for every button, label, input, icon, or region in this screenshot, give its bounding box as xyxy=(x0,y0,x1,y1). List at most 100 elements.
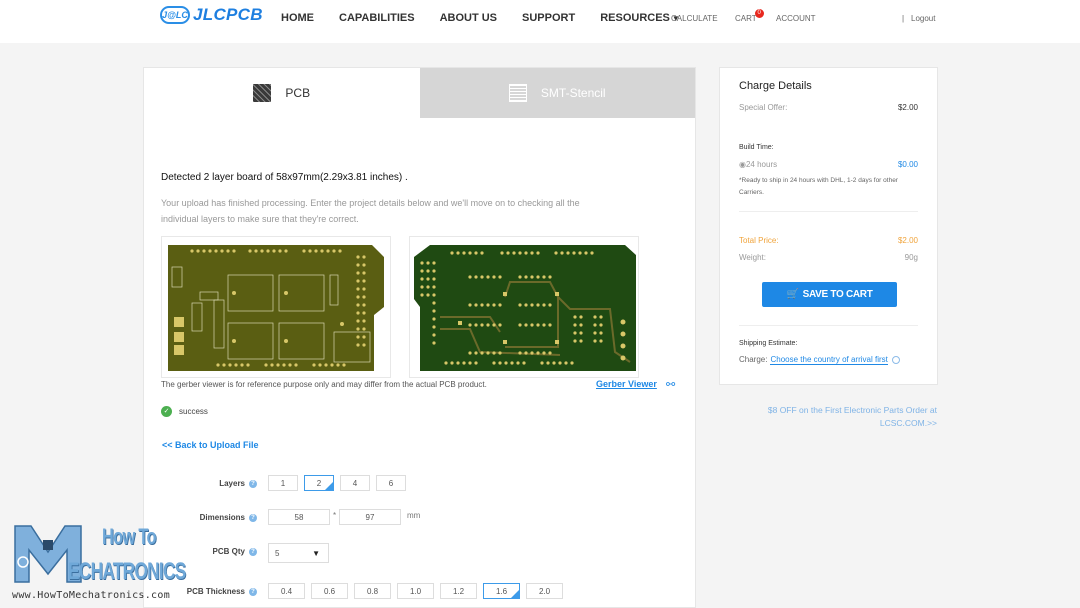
help-icon[interactable]: ? xyxy=(249,547,257,556)
dimensions-row: Dimensions? * mm xyxy=(144,509,697,527)
nav-account[interactable]: ACCOUNT xyxy=(776,14,816,23)
nav-logout[interactable]: Logout xyxy=(911,14,935,23)
nav-resources-label: RESOURCES xyxy=(600,12,670,24)
nav-home[interactable]: HOME xyxy=(281,12,314,24)
help-icon[interactable]: ? xyxy=(249,513,257,522)
special-offer-label: Special Offer: xyxy=(739,103,788,112)
layers-option-6[interactable]: 6 xyxy=(376,475,406,491)
nav-support[interactable]: SUPPORT xyxy=(522,12,575,24)
caret-down-icon: ▼ xyxy=(312,549,320,558)
help-icon[interactable]: ? xyxy=(249,587,257,596)
pcb-top-preview[interactable] xyxy=(161,236,391,378)
order-panel: PCB SMT-Stencil Detected 2 layer board o… xyxy=(143,67,696,608)
build-time-note: *Ready to ship in 24 hours with DHL, 1-2… xyxy=(739,177,898,196)
logo-badge: J@LC xyxy=(160,6,190,24)
build-option-price: $0.00 xyxy=(897,160,918,169)
pcb-qty-row: PCB Qty? 5 ▼ xyxy=(144,543,697,563)
pcb-icon xyxy=(253,84,272,102)
dimension-separator: * xyxy=(333,511,337,520)
pcb-qty-label: PCB Qty? xyxy=(213,547,257,556)
thickness-option-0-6[interactable]: 0.6 xyxy=(311,583,348,599)
total-price-line: Total Price: $2.00 xyxy=(739,236,918,245)
pcb-qty-value: 5 xyxy=(275,548,280,558)
tab-pcb[interactable]: PCB xyxy=(144,68,420,118)
layers-option-2[interactable]: 2 xyxy=(304,475,334,491)
nav-cart[interactable]: CART 0 xyxy=(735,9,764,23)
nav-separator: | xyxy=(902,14,905,23)
special-offer-value: $2.00 xyxy=(897,103,918,112)
thickness-option-1-6[interactable]: 1.6 xyxy=(483,583,520,599)
howtomechatronics-watermark: How To ECHATRONICS www.HowToMechatronics… xyxy=(10,522,210,608)
pcb-qty-label-text: PCB Qty xyxy=(212,547,245,556)
nav-capabilities[interactable]: CAPABILITIES xyxy=(339,12,415,24)
layers-label: Layers? xyxy=(219,479,257,488)
cart-count-badge: 0 xyxy=(754,9,764,18)
cart-icon: 🛒 xyxy=(786,289,799,300)
build-option-label: 24 hours xyxy=(745,160,778,169)
detected-board-info: Detected 2 layer board of 58x97mm(2.29x3… xyxy=(161,172,408,183)
top-nav-bar: J@LC JLCPCB HOME CAPABILITIES ABOUT US S… xyxy=(0,0,1080,43)
pcb-bottom-image xyxy=(414,245,636,371)
product-tabs: PCB SMT-Stencil xyxy=(144,68,695,118)
location-icon[interactable] xyxy=(891,355,900,364)
layers-option-4[interactable]: 4 xyxy=(340,475,370,491)
pcb-top-image xyxy=(168,245,384,371)
weight-line: Weight: 90g xyxy=(739,253,918,262)
watermark-how-to: How To xyxy=(102,524,157,549)
total-price-value: $2.00 xyxy=(897,236,918,245)
build-option-radio[interactable]: ◉24 hours xyxy=(739,160,777,169)
tab-smt-stencil[interactable]: SMT-Stencil xyxy=(419,68,695,118)
thickness-option-0-4[interactable]: 0.4 xyxy=(268,583,305,599)
dimension-unit: mm xyxy=(407,511,421,520)
weight-value: 90g xyxy=(904,253,918,262)
divider xyxy=(739,211,918,212)
layers-row: Layers? 1 2 4 6 xyxy=(144,475,697,493)
layers-label-text: Layers xyxy=(219,479,245,488)
jlcpcb-logo[interactable]: J@LC JLCPCB xyxy=(160,5,263,25)
build-time-label: Build Time: xyxy=(739,144,774,151)
upload-description: Your upload has finished processing. Ent… xyxy=(161,198,580,224)
check-circle-icon: ✓ xyxy=(161,406,172,417)
height-input[interactable] xyxy=(339,509,401,525)
shipping-estimate-label: Shipping Estimate: xyxy=(739,340,798,347)
logo-text: JLCPCB xyxy=(193,5,263,24)
thickness-option-0-8[interactable]: 0.8 xyxy=(354,583,391,599)
save-to-cart-label: SAVE TO CART xyxy=(802,289,873,300)
layers-option-1[interactable]: 1 xyxy=(268,475,298,491)
lcsc-promo-link[interactable]: $8 OFF on the First Electronic Parts Ord… xyxy=(740,404,937,430)
build-time-option[interactable]: ◉24 hours $0.00 xyxy=(739,160,918,169)
nav-calculate[interactable]: CALCULATE xyxy=(671,14,718,23)
charge-details-panel: Charge Details Special Offer: $2.00 Buil… xyxy=(719,67,938,385)
dimensions-label: Dimensions? xyxy=(200,513,257,522)
pcb-thickness-row: PCB Thickness? 0.4 0.6 0.8 1.0 1.2 1.6 2… xyxy=(144,583,697,601)
nav-about-us[interactable]: ABOUT US xyxy=(440,12,497,24)
watermark-echatronics: ECHATRONICS xyxy=(68,558,186,585)
pcb-qty-select[interactable]: 5 ▼ xyxy=(268,543,329,563)
total-price-label: Total Price: xyxy=(739,236,779,245)
thickness-option-1-0[interactable]: 1.0 xyxy=(397,583,434,599)
thickness-option-1-2[interactable]: 1.2 xyxy=(440,583,477,599)
choose-country-link[interactable]: Choose the country of arrival first xyxy=(770,355,888,365)
tab-smt-stencil-label: SMT-Stencil xyxy=(540,86,606,100)
save-to-cart-button[interactable]: 🛒 SAVE TO CART xyxy=(762,282,897,307)
special-offer-line: Special Offer: $2.00 xyxy=(739,103,918,112)
divider xyxy=(739,325,918,326)
help-icon[interactable]: ? xyxy=(249,479,257,488)
shipping-charge-line: Charge: Choose the country of arrival fir… xyxy=(739,355,900,365)
back-to-upload-link[interactable]: << Back to Upload File xyxy=(162,440,259,450)
link-icon[interactable]: ⚯ xyxy=(666,378,675,391)
status-text: success xyxy=(179,407,208,416)
weight-label: Weight: xyxy=(739,253,766,262)
tab-pcb-label: PCB xyxy=(285,86,311,100)
watermark-url: www.HowToMechatronics.com xyxy=(12,590,171,601)
nav-resources[interactable]: RESOURCES ▼ xyxy=(600,12,680,24)
gerber-viewer-link[interactable]: Gerber Viewer xyxy=(596,379,657,389)
main-nav: HOME CAPABILITIES ABOUT US SUPPORT RESOU… xyxy=(281,12,705,24)
width-input[interactable] xyxy=(268,509,330,525)
pcb-bottom-preview[interactable] xyxy=(409,236,639,378)
cart-label: CART xyxy=(735,14,757,23)
gerber-disclaimer: The gerber viewer is for reference purpo… xyxy=(161,380,487,389)
charge-details-title: Charge Details xyxy=(739,80,812,92)
thickness-option-2-0[interactable]: 2.0 xyxy=(526,583,563,599)
upload-status: ✓ success xyxy=(161,406,208,417)
